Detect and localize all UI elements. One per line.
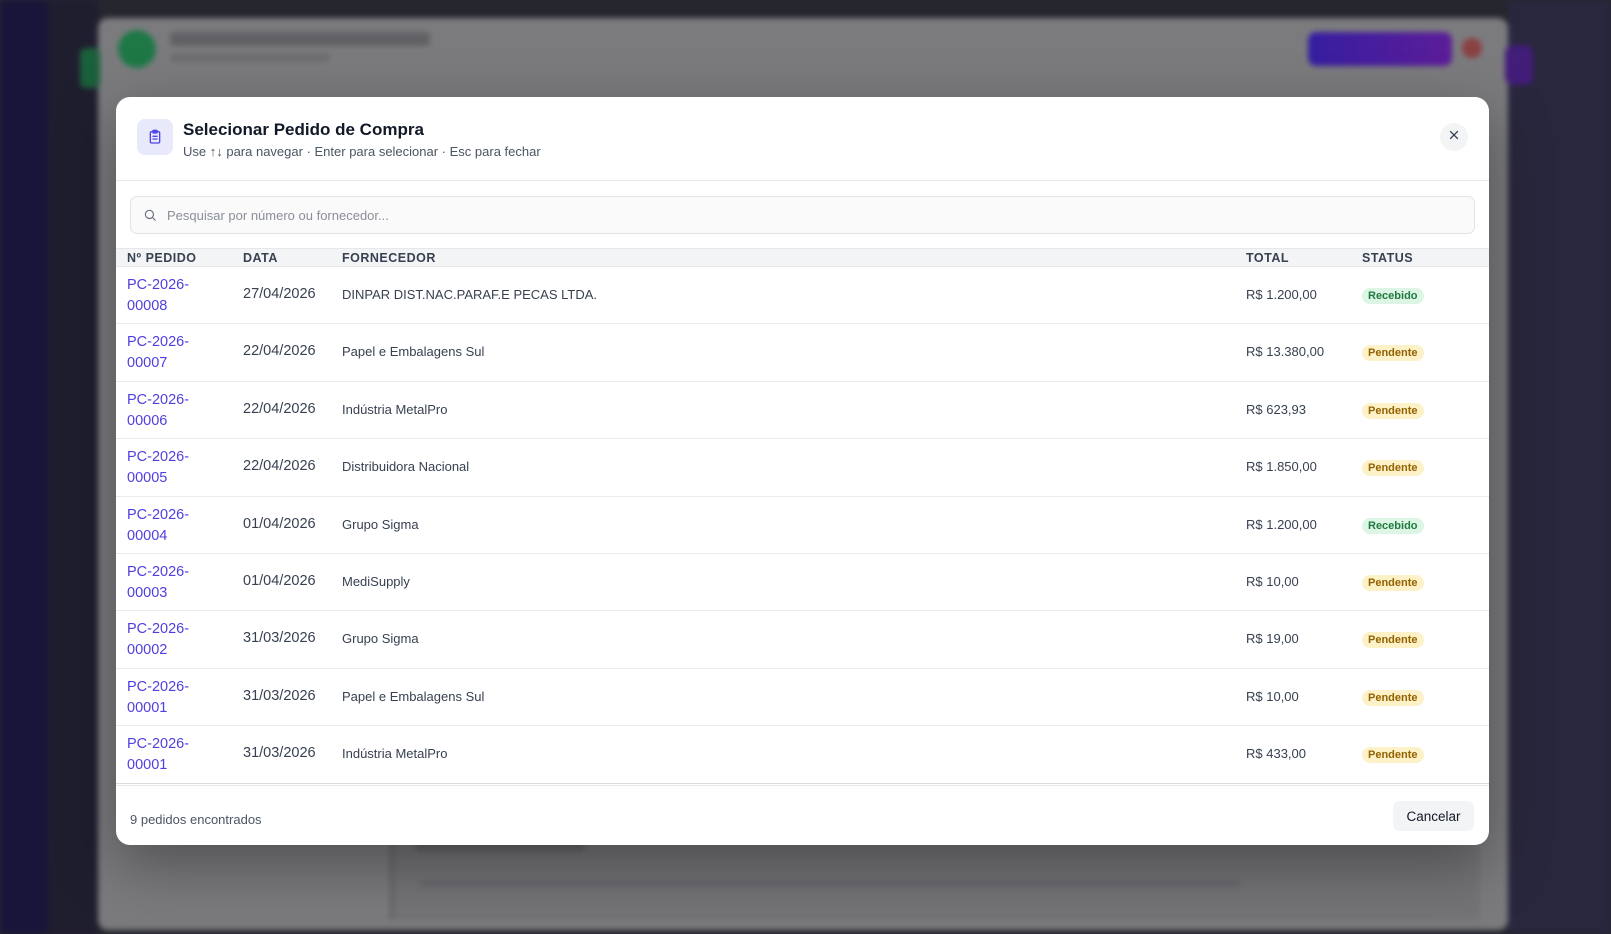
order-number-prefix: PC-2026- bbox=[127, 391, 190, 408]
order-number-suffix: 00004 bbox=[127, 527, 168, 544]
column-header-supplier[interactable]: FORNECEDOR bbox=[342, 251, 436, 265]
modal-subtitle: Use ↑↓ para navegar · Enter para selecio… bbox=[183, 144, 541, 159]
order-number-suffix: 00001 bbox=[127, 757, 168, 774]
table-row[interactable]: PC-2026- 00004 01/04/2026 Grupo Sigma R$ … bbox=[116, 497, 1489, 554]
order-total: R$ 1.200,00 bbox=[1246, 516, 1317, 532]
order-supplier: Indústria MetalPro bbox=[342, 746, 448, 762]
table-header: Nº PEDIDO DATA FORNECEDOR TOTAL STATUS bbox=[116, 248, 1489, 267]
order-number-suffix: 00003 bbox=[127, 584, 168, 601]
table-row[interactable]: PC-2026- 00007 22/04/2026 Papel e Embalag… bbox=[116, 324, 1489, 382]
status-badge: Pendente bbox=[1362, 689, 1424, 706]
order-number[interactable]: PC-2026- 00008 bbox=[127, 275, 217, 317]
order-total: R$ 13.380,00 bbox=[1246, 344, 1325, 360]
table-row[interactable]: PC-2026- 00006 22/04/2026 Indústria Metal… bbox=[116, 382, 1489, 440]
order-supplier: Papel e Embalagens Sul bbox=[342, 344, 485, 360]
order-total: R$ 433,00 bbox=[1246, 746, 1306, 762]
status-badge: Pendente bbox=[1362, 402, 1424, 419]
order-supplier: Grupo Sigma bbox=[342, 631, 419, 647]
order-date: 01/04/2026 bbox=[243, 515, 316, 532]
order-number[interactable]: PC-2026- 00002 bbox=[127, 619, 217, 661]
order-number-suffix: 00007 bbox=[127, 355, 168, 372]
order-date: 01/04/2026 bbox=[243, 572, 316, 589]
table-row[interactable]: PC-2026- 00001 31/03/2026 Indústria Metal… bbox=[116, 726, 1489, 784]
modal-header: Selecionar Pedido de Compra Use ↑↓ para … bbox=[116, 97, 1489, 181]
order-number-prefix: PC-2026- bbox=[127, 506, 190, 523]
order-date: 22/04/2026 bbox=[243, 400, 316, 417]
order-number[interactable]: PC-2026- 00005 bbox=[127, 447, 217, 489]
order-number-suffix: 00006 bbox=[127, 412, 168, 429]
order-number[interactable]: PC-2026- 00007 bbox=[127, 332, 217, 374]
table-row[interactable]: PC-2026- 00001 31/03/2026 Papel e Embalag… bbox=[116, 669, 1489, 727]
orders-list: PC-2026- 00008 27/04/2026 DINPAR DIST.NAC… bbox=[116, 267, 1489, 784]
order-number[interactable]: PC-2026- 00001 bbox=[127, 734, 217, 776]
table-row[interactable]: PC-2026- 00008 27/04/2026 DINPAR DIST.NAC… bbox=[116, 267, 1489, 325]
order-date: 22/04/2026 bbox=[243, 458, 316, 475]
order-number-prefix: PC-2026- bbox=[127, 563, 190, 580]
status-badge: Pendente bbox=[1362, 574, 1424, 591]
status-badge: Pendente bbox=[1362, 747, 1424, 764]
order-number-prefix: PC-2026- bbox=[127, 449, 190, 466]
status-badge: Pendente bbox=[1362, 460, 1424, 477]
order-total: R$ 1.850,00 bbox=[1246, 459, 1317, 475]
order-number[interactable]: PC-2026- 00006 bbox=[127, 390, 217, 432]
modal-title: Selecionar Pedido de Compra bbox=[183, 120, 424, 139]
status-badge: Recebido bbox=[1362, 517, 1424, 534]
results-count: 9 pedidos encontrados bbox=[130, 812, 262, 827]
table-row[interactable]: PC-2026- 00005 22/04/2026 Distribuidora N… bbox=[116, 439, 1489, 497]
column-header-total[interactable]: TOTAL bbox=[1246, 251, 1289, 265]
order-number-suffix: 00005 bbox=[127, 470, 168, 487]
clipboard-icon bbox=[137, 119, 173, 155]
status-badge: Pendente bbox=[1362, 632, 1424, 649]
order-number-suffix: 00001 bbox=[127, 699, 168, 716]
order-supplier: MediSupply bbox=[342, 573, 410, 589]
close-icon bbox=[1448, 128, 1460, 146]
order-supplier: Papel e Embalagens Sul bbox=[342, 688, 485, 704]
column-header-status[interactable]: STATUS bbox=[1362, 251, 1413, 265]
order-total: R$ 1.200,00 bbox=[1246, 287, 1317, 302]
order-number-prefix: PC-2026- bbox=[127, 678, 190, 695]
order-supplier: Grupo Sigma bbox=[342, 516, 419, 532]
order-number[interactable]: PC-2026- 00001 bbox=[127, 677, 217, 719]
order-total: R$ 10,00 bbox=[1246, 573, 1299, 589]
order-total: R$ 10,00 bbox=[1246, 688, 1299, 704]
order-number-prefix: PC-2026- bbox=[127, 621, 190, 638]
order-number-suffix: 00008 bbox=[127, 298, 168, 314]
order-supplier: Indústria MetalPro bbox=[342, 401, 448, 417]
close-button[interactable] bbox=[1440, 123, 1468, 151]
order-number[interactable]: PC-2026- 00003 bbox=[127, 562, 217, 604]
modal-footer: 9 pedidos encontrados Cancelar bbox=[116, 785, 1489, 845]
search-input[interactable] bbox=[167, 207, 1447, 223]
column-header-date[interactable]: DATA bbox=[243, 251, 278, 265]
status-badge: Pendente bbox=[1362, 345, 1424, 362]
order-supplier: DINPAR DIST.NAC.PARAF.E PECAS LTDA. bbox=[342, 287, 597, 302]
status-badge: Recebido bbox=[1362, 288, 1424, 304]
order-number[interactable]: PC-2026- 00004 bbox=[127, 505, 217, 547]
search-icon bbox=[143, 208, 157, 222]
order-number-prefix: PC-2026- bbox=[127, 334, 190, 351]
order-number-prefix: PC-2026- bbox=[127, 736, 190, 753]
order-date: 31/03/2026 bbox=[243, 687, 316, 704]
cancel-button[interactable]: Cancelar bbox=[1393, 801, 1474, 831]
table-row[interactable]: PC-2026- 00002 31/03/2026 Grupo Sigma R$ … bbox=[116, 611, 1489, 669]
order-date: 31/03/2026 bbox=[243, 745, 316, 762]
order-total: R$ 623,93 bbox=[1246, 401, 1306, 417]
order-total: R$ 19,00 bbox=[1246, 631, 1299, 647]
order-date: 31/03/2026 bbox=[243, 630, 316, 647]
order-date: 22/04/2026 bbox=[243, 343, 316, 360]
order-supplier: Distribuidora Nacional bbox=[342, 459, 470, 475]
select-purchase-order-modal: Selecionar Pedido de Compra Use ↑↓ para … bbox=[116, 97, 1489, 845]
table-row[interactable]: PC-2026- 00003 01/04/2026 MediSupply R$ 1… bbox=[116, 554, 1489, 612]
search-box bbox=[130, 196, 1475, 234]
order-date: 27/04/2026 bbox=[243, 286, 316, 302]
order-number-suffix: 00002 bbox=[127, 642, 168, 659]
order-number-prefix: PC-2026- bbox=[127, 277, 190, 293]
column-header-order-number[interactable]: Nº PEDIDO bbox=[127, 251, 197, 265]
